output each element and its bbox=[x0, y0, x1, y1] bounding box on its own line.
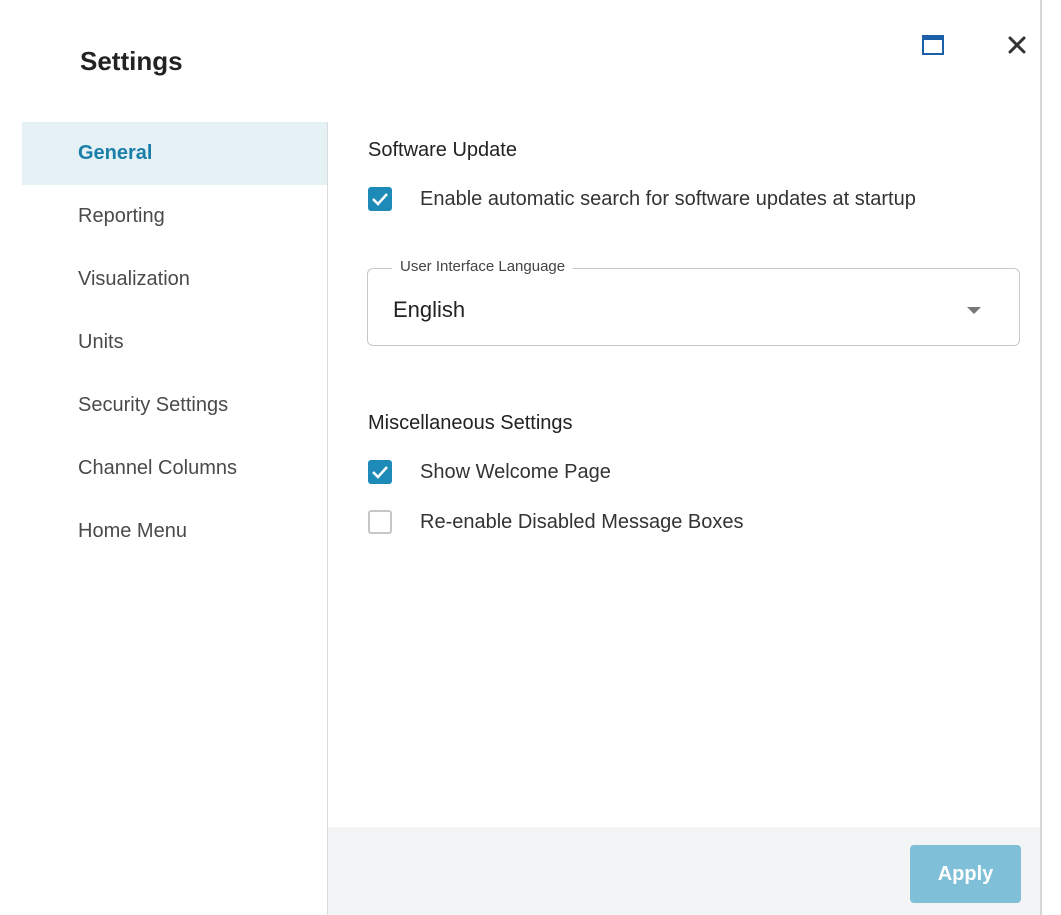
sidebar-item-label: Reporting bbox=[78, 205, 165, 227]
language-select-legend: User Interface Language bbox=[392, 258, 574, 275]
sidebar-item-label: Home Menu bbox=[78, 520, 187, 542]
welcome-page-checkbox[interactable] bbox=[368, 460, 392, 484]
dropdown-caret-icon bbox=[967, 307, 981, 314]
checkmark-icon bbox=[372, 193, 388, 206]
general-settings-panel: Software Update Enable automatic search … bbox=[328, 122, 1040, 827]
sidebar-item-channel-columns[interactable]: Channel Columns bbox=[22, 437, 327, 500]
language-select-value: English bbox=[393, 297, 466, 322]
close-button[interactable] bbox=[1002, 30, 1032, 60]
sidebar-item-security-settings[interactable]: Security Settings bbox=[22, 374, 327, 437]
maximize-button[interactable] bbox=[918, 30, 948, 60]
close-icon bbox=[1008, 36, 1026, 54]
language-select[interactable]: User Interface Language English bbox=[367, 258, 1020, 346]
settings-dialog: Settings General Reporting Visualization… bbox=[0, 0, 1042, 915]
sidebar-item-reporting[interactable]: Reporting bbox=[22, 185, 327, 248]
reenable-boxes-checkbox-row[interactable]: Re-enable Disabled Message Boxes bbox=[368, 510, 744, 534]
welcome-page-checkbox-row[interactable]: Show Welcome Page bbox=[368, 460, 611, 484]
sidebar-item-general[interactable]: General bbox=[22, 122, 327, 185]
reenable-boxes-label: Re-enable Disabled Message Boxes bbox=[420, 510, 744, 533]
welcome-page-label: Show Welcome Page bbox=[420, 460, 611, 483]
sidebar-item-units[interactable]: Units bbox=[22, 311, 327, 374]
sidebar-item-label: Channel Columns bbox=[78, 457, 237, 479]
sidebar-item-label: General bbox=[78, 142, 153, 164]
misc-settings-heading: Miscellaneous Settings bbox=[368, 412, 573, 434]
auto-update-checkbox[interactable] bbox=[368, 187, 392, 211]
sidebar-item-label: Visualization bbox=[78, 268, 190, 290]
sidebar-item-visualization[interactable]: Visualization bbox=[22, 248, 327, 311]
dialog-footer: Apply bbox=[328, 827, 1040, 915]
sidebar-item-label: Units bbox=[78, 331, 124, 353]
software-update-heading: Software Update bbox=[368, 139, 517, 161]
checkmark-icon bbox=[372, 466, 388, 479]
sidebar-item-home-menu[interactable]: Home Menu bbox=[22, 500, 327, 563]
sidebar-item-label: Security Settings bbox=[78, 394, 229, 416]
apply-button[interactable]: Apply bbox=[910, 845, 1021, 903]
settings-sidebar: General Reporting Visualization Units Se… bbox=[22, 122, 328, 915]
reenable-boxes-checkbox[interactable] bbox=[368, 510, 392, 534]
auto-update-label: Enable automatic search for software upd… bbox=[420, 187, 916, 210]
auto-update-checkbox-row[interactable]: Enable automatic search for software upd… bbox=[368, 187, 916, 211]
dialog-title: Settings bbox=[80, 46, 183, 76]
maximize-icon bbox=[922, 35, 944, 55]
